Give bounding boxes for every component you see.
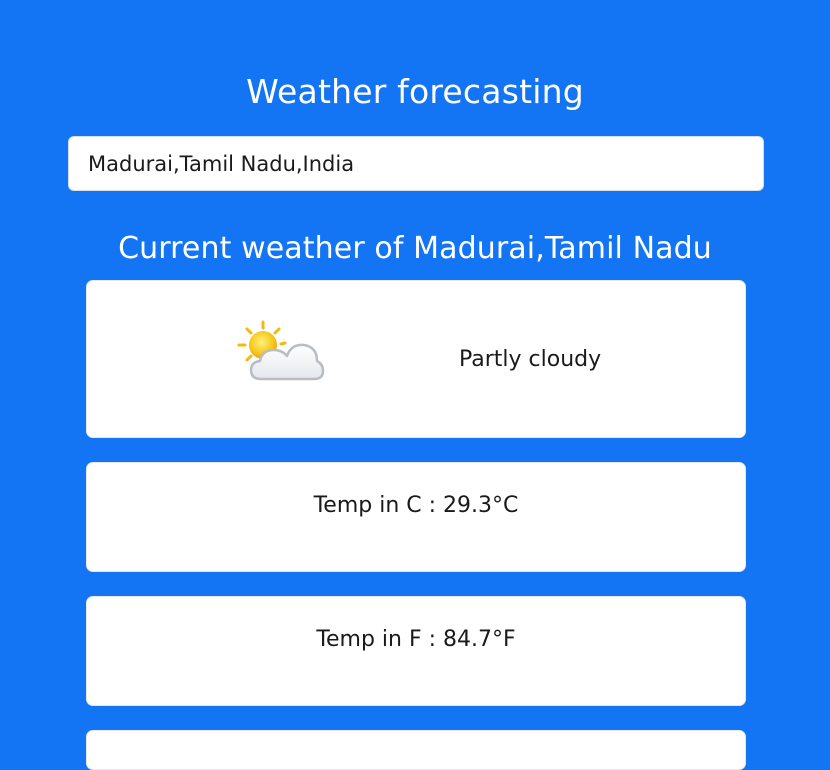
location-search-input[interactable] <box>68 136 764 191</box>
app-title: Weather forecasting <box>246 72 584 111</box>
current-weather-heading: Current weather of Madurai,Tamil Nadu <box>118 231 712 266</box>
next-weather-card <box>86 730 746 770</box>
temp-celsius-card: Temp in C : 29.3°C <box>86 462 746 572</box>
condition-card: Partly cloudy <box>86 280 746 438</box>
partly-cloudy-icon <box>237 320 325 381</box>
temp-celsius-text: Temp in C : 29.3°C <box>313 493 519 518</box>
weather-condition-text: Partly cloudy <box>459 347 602 372</box>
temp-fahrenheit-card: Temp in F : 84.7°F <box>86 596 746 706</box>
temp-fahrenheit-text: Temp in F : 84.7°F <box>316 627 516 652</box>
